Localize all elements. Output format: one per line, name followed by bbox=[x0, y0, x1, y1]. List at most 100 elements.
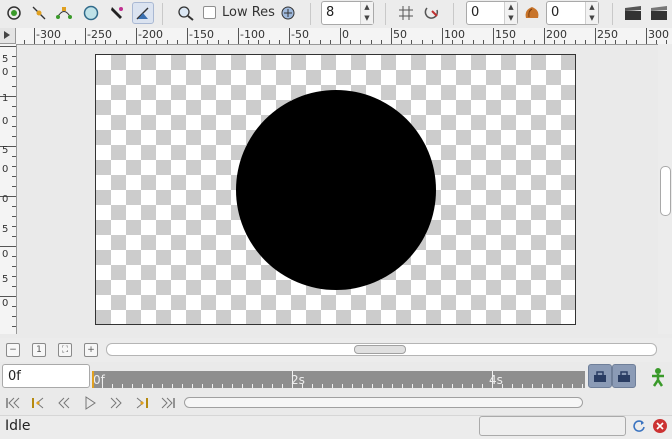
ruler-tick bbox=[646, 28, 647, 44]
ruler-label: -300 bbox=[36, 28, 61, 41]
quality-value: 8 bbox=[326, 5, 335, 20]
time-label: 4s bbox=[489, 373, 503, 387]
time-tick bbox=[112, 384, 113, 388]
ruler-tick bbox=[635, 40, 637, 44]
ruler-tick bbox=[12, 266, 16, 267]
circle-shape[interactable] bbox=[236, 90, 436, 290]
ruler-label: -100 bbox=[240, 28, 265, 41]
ruler-tick bbox=[176, 40, 178, 44]
horizontal-scroll-thumb[interactable] bbox=[354, 345, 406, 354]
circle-tool-button[interactable] bbox=[80, 2, 102, 24]
seek-next-frame-button[interactable] bbox=[107, 395, 125, 411]
ruler-label: 300 bbox=[648, 28, 669, 41]
low-res-label: Low Res bbox=[222, 5, 275, 20]
ruler-corner[interactable] bbox=[0, 28, 16, 44]
time-tick bbox=[192, 384, 193, 388]
prev-frame-icon bbox=[58, 397, 70, 409]
seek-prev-keyframe-button[interactable] bbox=[29, 395, 47, 411]
ruler-tick bbox=[340, 28, 341, 44]
ruler-label: 0 bbox=[2, 164, 9, 175]
spin-arrows-icon[interactable]: ▲ ▼ bbox=[585, 2, 598, 24]
ruler-tick bbox=[85, 28, 86, 44]
zoom-100-button[interactable]: 1 bbox=[32, 343, 46, 357]
ruler-label: 0 bbox=[2, 249, 9, 260]
ruler-tick bbox=[380, 40, 382, 44]
onion-future-spinbox[interactable]: 0 ▲ ▼ bbox=[546, 1, 599, 25]
animation-toggle-button[interactable] bbox=[648, 367, 668, 387]
render-button[interactable] bbox=[622, 2, 644, 24]
playback-progress-bar[interactable] bbox=[184, 397, 583, 408]
time-tick bbox=[582, 384, 583, 388]
ruler-label: 1 bbox=[2, 93, 9, 104]
vertical-scroll-thumb[interactable] bbox=[660, 166, 671, 216]
ruler-tick bbox=[12, 156, 16, 157]
preview-icon bbox=[651, 6, 667, 20]
fit-icon: ⛶ bbox=[61, 345, 69, 355]
play-button[interactable] bbox=[81, 395, 99, 411]
quality-icon bbox=[281, 6, 295, 20]
zoom-button[interactable] bbox=[175, 2, 197, 24]
quality-spinbox[interactable]: 8 ▲ ▼ bbox=[321, 1, 374, 25]
ruler-tick bbox=[319, 40, 321, 44]
circle-tool-icon bbox=[83, 5, 99, 21]
ruler-tick bbox=[12, 166, 16, 167]
ruler-tick bbox=[12, 66, 16, 67]
spin-arrows-icon[interactable]: ▲ ▼ bbox=[360, 2, 373, 24]
current-time-field[interactable]: 0f bbox=[2, 364, 90, 388]
scale-tool-icon bbox=[56, 7, 72, 19]
low-res-checkbox[interactable] bbox=[203, 6, 216, 19]
refresh-button[interactable] bbox=[632, 419, 646, 433]
ruler-label: 50 bbox=[393, 28, 407, 41]
ruler-tick bbox=[0, 246, 16, 247]
ruler-tick bbox=[12, 116, 16, 117]
time-tick bbox=[222, 384, 223, 388]
draw-tool-button[interactable] bbox=[106, 2, 128, 24]
ruler-tick bbox=[431, 40, 433, 44]
stop-button[interactable] bbox=[653, 419, 667, 433]
animation-mode-button[interactable] bbox=[588, 364, 612, 388]
ruler-tick bbox=[74, 40, 76, 44]
time-tick bbox=[542, 384, 543, 388]
spin-arrows-icon[interactable]: ▲ ▼ bbox=[504, 2, 517, 24]
time-cursor[interactable] bbox=[92, 371, 94, 388]
quality-button[interactable] bbox=[278, 2, 300, 24]
seek-end-button[interactable] bbox=[159, 395, 177, 411]
zoom-fit-button[interactable]: ⛶ bbox=[58, 343, 72, 357]
time-tick bbox=[262, 384, 263, 388]
fill-tool-button[interactable] bbox=[132, 2, 154, 24]
time-label: 2s bbox=[291, 373, 305, 387]
seek-begin-button[interactable] bbox=[4, 395, 22, 411]
transform-tool-button[interactable] bbox=[3, 2, 25, 24]
play-icon bbox=[85, 396, 96, 410]
time-tick bbox=[372, 384, 373, 388]
zoom-out-button[interactable]: − bbox=[6, 343, 20, 357]
toolbar-separator bbox=[612, 3, 613, 25]
ruler-tick bbox=[12, 236, 16, 237]
time-tick bbox=[362, 384, 363, 388]
time-tick bbox=[512, 384, 513, 388]
ruler-tick bbox=[0, 296, 16, 297]
seek-next-keyframe-button[interactable] bbox=[133, 395, 151, 411]
zoom-in-button[interactable]: + bbox=[84, 343, 98, 357]
clapperboard-icon bbox=[625, 6, 641, 20]
minus-icon: − bbox=[9, 345, 17, 355]
onion-past-spinbox[interactable]: 0 ▲ ▼ bbox=[466, 1, 518, 25]
time-tick bbox=[422, 384, 423, 388]
seek-prev-frame-button[interactable] bbox=[55, 395, 73, 411]
onion-skin-button[interactable] bbox=[521, 2, 543, 24]
onion-past-value: 0 bbox=[471, 5, 480, 20]
smooth-move-tool-button[interactable] bbox=[28, 2, 50, 24]
snap-toggle-button[interactable] bbox=[421, 2, 443, 24]
scale-tool-button[interactable] bbox=[53, 2, 75, 24]
time-tick bbox=[432, 384, 433, 388]
time-tick bbox=[272, 384, 273, 388]
time-tick bbox=[322, 384, 323, 388]
time-slider[interactable]: 0f 2s 4s bbox=[92, 371, 585, 388]
preview-button[interactable] bbox=[648, 2, 670, 24]
time-tick bbox=[132, 384, 133, 388]
grid-toggle-button[interactable] bbox=[395, 2, 417, 24]
time-tick bbox=[392, 384, 393, 388]
time-tick bbox=[352, 384, 353, 388]
keyframe-lock-button[interactable] bbox=[612, 364, 636, 388]
time-tick bbox=[252, 384, 253, 388]
